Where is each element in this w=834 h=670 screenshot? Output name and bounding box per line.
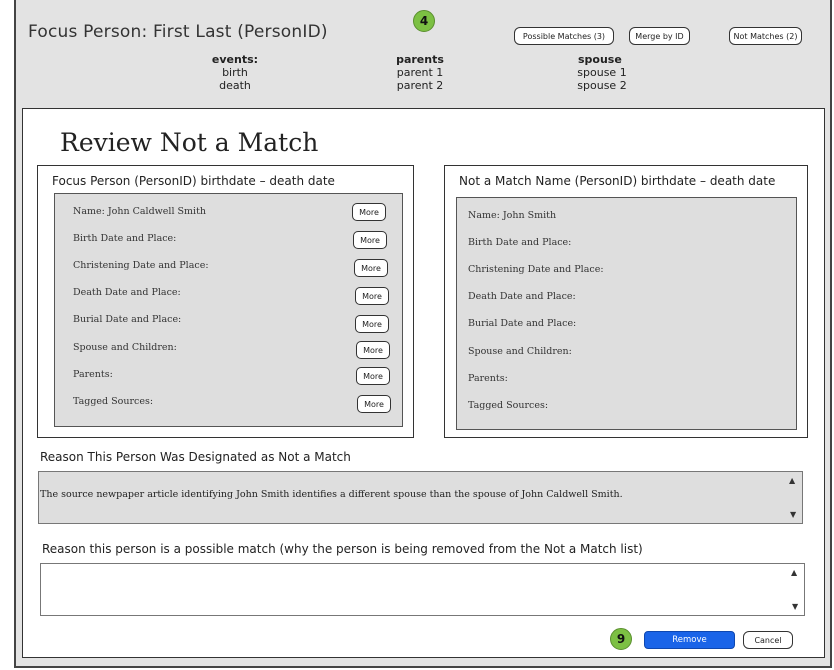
match-field-burial: Burial Date and Place:	[468, 318, 577, 329]
spouse-item[interactable]: spouse 2	[562, 79, 642, 92]
reason-possible-match-input[interactable]	[40, 563, 805, 616]
more-burial-button[interactable]: More	[355, 315, 389, 333]
more-christening-button[interactable]: More	[354, 259, 388, 277]
match-field-name: Name: John Smith	[468, 210, 557, 221]
match-field-christening: Christening Date and Place:	[468, 264, 604, 275]
parents-item[interactable]: parent 2	[380, 79, 460, 92]
focus-person-title: Focus Person (PersonID) birthdate – deat…	[52, 174, 335, 188]
focus-field-death: Death Date and Place:	[73, 287, 181, 298]
focus-field-birth: Birth Date and Place:	[73, 233, 177, 244]
spouse-column: spouse spouse 1 spouse 2	[562, 53, 642, 92]
spouse-heading: spouse	[578, 53, 622, 66]
focus-field-spouse: Spouse and Children:	[73, 342, 177, 353]
events-column: events: birth death	[195, 53, 275, 92]
events-item[interactable]: death	[195, 79, 275, 92]
more-sources-button[interactable]: More	[357, 395, 391, 413]
page-title: Review Not a Match	[60, 128, 319, 157]
focus-field-christening: Christening Date and Place:	[73, 260, 209, 271]
reason-possible-match-label: Reason this person is a possible match (…	[42, 542, 643, 556]
reason-not-match-label: Reason This Person Was Designated as Not…	[40, 450, 351, 464]
focus-field-sources: Tagged Sources:	[73, 396, 154, 407]
scroll-up-icon[interactable]: ▲	[789, 476, 795, 485]
not-a-match-details	[456, 197, 797, 430]
scroll-down-icon[interactable]: ▼	[792, 602, 798, 611]
not-a-match-title: Not a Match Name (PersonID) birthdate – …	[459, 174, 776, 188]
step-badge: 4	[413, 10, 435, 32]
match-field-spouse: Spouse and Children:	[468, 346, 572, 357]
focus-field-name: Name: John Caldwell Smith	[73, 206, 207, 217]
possible-matches-button[interactable]: Possible Matches (3)	[514, 27, 614, 45]
remove-button[interactable]: Remove	[644, 631, 735, 649]
more-parents-button[interactable]: More	[356, 367, 390, 385]
match-field-death: Death Date and Place:	[468, 291, 576, 302]
parents-heading: parents	[396, 53, 444, 66]
step-badge: 9	[610, 628, 632, 650]
not-matches-button[interactable]: Not Matches (2)	[729, 27, 802, 45]
focus-person-details	[54, 193, 403, 427]
match-field-sources: Tagged Sources:	[468, 400, 549, 411]
parents-item[interactable]: parent 1	[380, 66, 460, 79]
spouse-item[interactable]: spouse 1	[562, 66, 642, 79]
more-birth-button[interactable]: More	[353, 231, 387, 249]
merge-by-id-button[interactable]: Merge by ID	[629, 27, 690, 45]
more-death-button[interactable]: More	[355, 287, 389, 305]
scroll-down-icon[interactable]: ▼	[790, 510, 796, 519]
parents-column: parents parent 1 parent 2	[380, 53, 460, 92]
focus-field-parents: Parents:	[73, 369, 113, 380]
match-field-birth: Birth Date and Place:	[468, 237, 572, 248]
more-spouse-button[interactable]: More	[356, 341, 390, 359]
page-header-title: Focus Person: First Last (PersonID)	[28, 22, 328, 42]
events-heading: events:	[211, 53, 259, 66]
cancel-button[interactable]: Cancel	[743, 631, 793, 649]
reason-not-match-text: The source newpaper article identifying …	[40, 489, 623, 500]
focus-field-burial: Burial Date and Place:	[73, 314, 182, 325]
more-name-button[interactable]: More	[352, 203, 386, 221]
match-field-parents: Parents:	[468, 373, 508, 384]
scroll-up-icon[interactable]: ▲	[791, 568, 797, 577]
events-item[interactable]: birth	[195, 66, 275, 79]
